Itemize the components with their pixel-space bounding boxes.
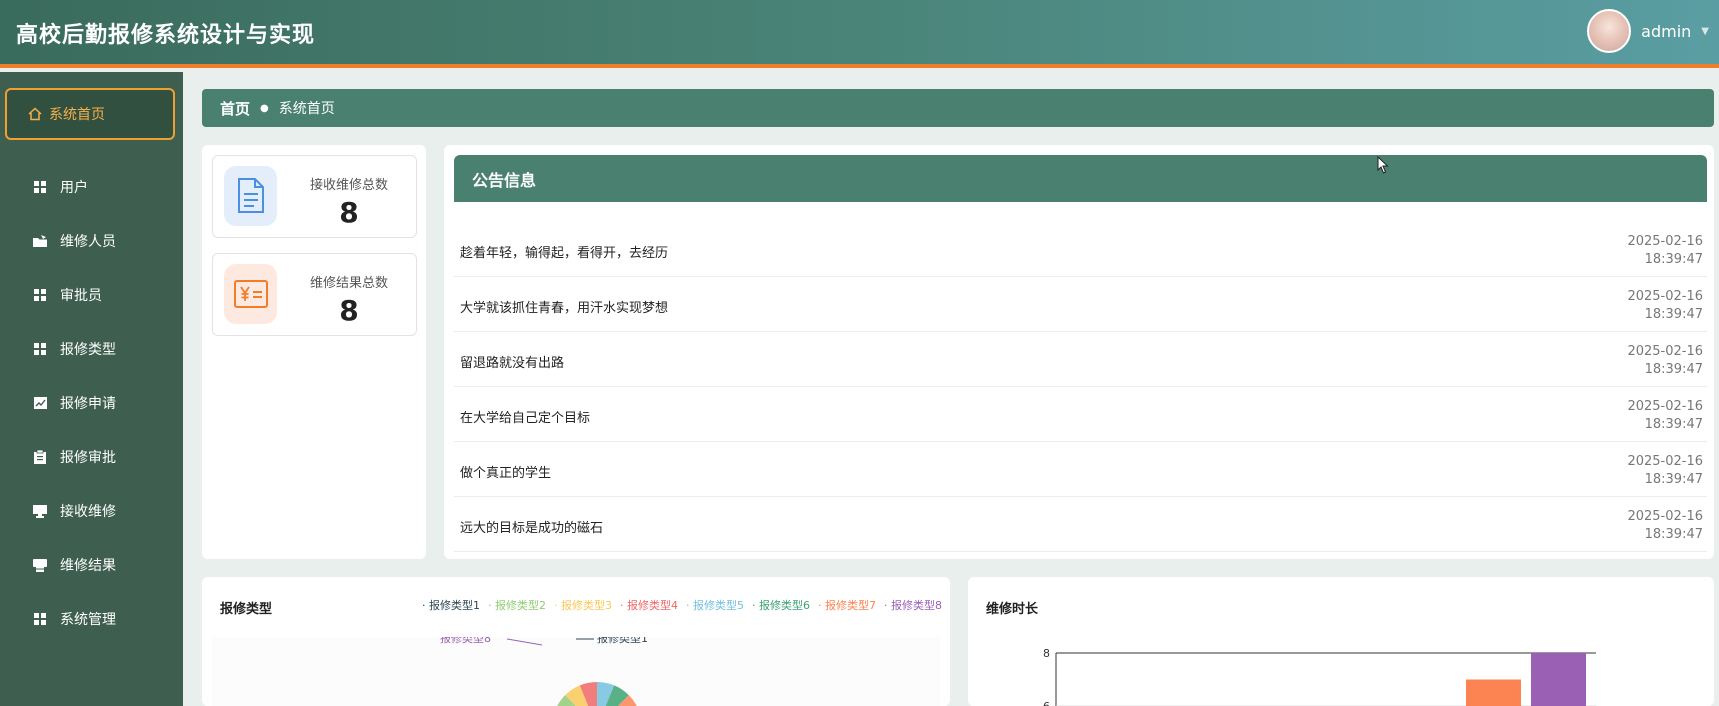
- app-title: 高校后勤报修系统设计与实现: [16, 23, 316, 48]
- sidebar-item-label: 报修类型: [60, 342, 116, 358]
- y-tick-label: 6: [1043, 700, 1050, 706]
- chevron-down-icon[interactable]: ▼: [1701, 26, 1709, 37]
- sidebar-item-receive-repair[interactable]: 接收维修: [0, 484, 183, 538]
- sidebar-item-repair-results[interactable]: 维修结果: [0, 538, 183, 592]
- mouse-cursor-icon: [1377, 156, 1389, 174]
- stat-value: 8: [339, 294, 359, 327]
- pie-area: 报修类型8 报修类型1: [212, 631, 940, 706]
- sidebar-item-system[interactable]: 系统管理: [0, 592, 183, 646]
- sidebar-item-home[interactable]: 系统首页: [5, 88, 175, 140]
- grid-icon: [30, 289, 50, 301]
- list-item[interactable]: 趁着年轻，输得起，看得开，去经历 2025-02-16 18:39:47: [454, 222, 1707, 277]
- list-item[interactable]: 做个真正的学生 2025-02-16 18:39:47: [454, 442, 1707, 497]
- legend-item[interactable]: · 报修类型8: [884, 597, 942, 613]
- legend-item[interactable]: · 报修类型3: [554, 597, 612, 613]
- notice-item-title[interactable]: 大学就该抓住青春，用汗水实现梦想: [460, 297, 668, 316]
- sidebar-item-label: 审批员: [60, 288, 102, 304]
- monitor-icon: [30, 504, 50, 518]
- breadcrumb-home[interactable]: 首页: [220, 98, 250, 119]
- list-item[interactable]: 留退路就没有出路 2025-02-16 18:39:47: [454, 332, 1707, 387]
- user-menu[interactable]: admin ▼: [1587, 9, 1709, 53]
- list-item[interactable]: 远大的目标是成功的磁石 2025-02-16 18:39:47: [454, 497, 1707, 552]
- stat-label: 维修结果总数: [309, 276, 388, 291]
- sidebar-item-label: 接收维修: [60, 504, 116, 520]
- grid-icon: [30, 613, 50, 625]
- repair-duration-chart: 维修时长 86: [968, 577, 1714, 706]
- clipboard-icon: [30, 450, 50, 464]
- stat-label: 接收维修总数: [309, 178, 388, 193]
- user-name[interactable]: admin: [1641, 22, 1691, 41]
- legend-item[interactable]: · 报修类型6: [752, 597, 810, 613]
- notice-item-title[interactable]: 留退路就没有出路: [460, 352, 564, 371]
- sidebar-item-users[interactable]: 用户: [0, 160, 183, 214]
- pie-slice-label: 报修类型8: [440, 637, 491, 645]
- sidebar-item-label: 用户: [60, 180, 88, 196]
- legend-item[interactable]: · 报修类型7: [818, 597, 876, 613]
- notice-item-date: 2025-02-16 18:39:47: [1627, 509, 1703, 542]
- stat-value: 8: [339, 196, 359, 229]
- breadcrumb-separator: ●: [260, 102, 269, 114]
- pie-chart: 报修类型8 报修类型1: [440, 631, 648, 706]
- breadcrumb: 首页 ● 系统首页: [202, 89, 1714, 127]
- legend-item[interactable]: · 报修类型4: [620, 597, 678, 613]
- notice-item-title[interactable]: 在大学给自己定个目标: [460, 407, 590, 426]
- notice-item-date: 2025-02-16 18:39:47: [1627, 289, 1703, 322]
- notice-item-title[interactable]: 趁着年轻，输得起，看得开，去经历: [460, 242, 668, 261]
- grid-icon: [30, 181, 50, 193]
- notice-item-date: 2025-02-16 18:39:47: [1627, 399, 1703, 432]
- legend-item[interactable]: · 报修类型5: [686, 597, 744, 613]
- folder-icon: [30, 235, 50, 247]
- repair-type-chart: 报修类型 · 报修类型1 · 报修类型2 · 报修类型3 · 报修类型4 · 报修类型5…: [202, 577, 950, 706]
- chart-legend: · 报修类型1 · 报修类型2 · 报修类型3 · 报修类型4 · 报修类型5 · 报修类…: [422, 597, 942, 613]
- sidebar-item-repair-staff[interactable]: 维修人员: [0, 214, 183, 268]
- chart-icon: [30, 397, 50, 409]
- notice-title: 公告信息: [454, 155, 1707, 202]
- bar[interactable]: [1466, 679, 1521, 706]
- grid-icon: [30, 343, 50, 355]
- top-header: 高校后勤报修系统设计与实现 admin ▼: [0, 0, 1719, 68]
- printer-icon: [30, 558, 50, 572]
- notice-item-title[interactable]: 远大的目标是成功的磁石: [460, 517, 603, 536]
- notice-item-title[interactable]: 做个真正的学生: [460, 462, 551, 481]
- sidebar-item-label: 报修审批: [60, 450, 116, 466]
- bar-chart: 86: [1043, 647, 1596, 706]
- stats-panel: 接收维修总数 8 维修结果总数 8: [202, 145, 426, 559]
- sidebar-item-repair-requests[interactable]: 报修申请: [0, 376, 183, 430]
- notice-panel: 公告信息 趁着年轻，输得起，看得开，去经历 2025-02-16 18:39:47…: [444, 145, 1714, 559]
- list-item[interactable]: 大学就该抓住青春，用汗水实现梦想 2025-02-16 18:39:47: [454, 277, 1707, 332]
- list-item[interactable]: 在大学给自己定个目标 2025-02-16 18:39:47: [454, 387, 1707, 442]
- document-icon: [224, 166, 277, 226]
- yuan-icon: [224, 264, 277, 324]
- sidebar-item-label: 报修申请: [60, 396, 116, 412]
- sidebar-item-approvers[interactable]: 审批员: [0, 268, 183, 322]
- sidebar-item-repair-approval[interactable]: 报修审批: [0, 430, 183, 484]
- pie-label-line: [506, 638, 543, 646]
- y-tick-label: 8: [1043, 647, 1050, 660]
- legend-item[interactable]: · 报修类型2: [488, 597, 546, 613]
- notice-item-date: 2025-02-16 18:39:47: [1627, 344, 1703, 377]
- notice-item-date: 2025-02-16 18:39:47: [1627, 234, 1703, 267]
- avatar[interactable]: [1587, 9, 1632, 53]
- home-icon: [25, 107, 45, 121]
- sidebar-item-label: 维修结果: [60, 558, 116, 574]
- sidebar: 系统首页 用户 维修人员 审批员 报修类型 报修申请 报修审批 接收维修 维修结…: [0, 72, 183, 706]
- sidebar-item-label: 系统首页: [49, 107, 105, 123]
- bar[interactable]: [1531, 653, 1586, 706]
- pie-slice-label: 报修类型1: [597, 637, 648, 645]
- stat-card-results: 维修结果总数 8: [212, 253, 417, 336]
- sidebar-item-label: 系统管理: [60, 612, 116, 628]
- stat-card-received: 接收维修总数 8: [212, 155, 417, 238]
- chart-title: 报修类型: [220, 602, 273, 617]
- sidebar-item-repair-types[interactable]: 报修类型: [0, 322, 183, 376]
- notice-item-date: 2025-02-16 18:39:47: [1627, 454, 1703, 487]
- breadcrumb-current: 系统首页: [278, 101, 335, 117]
- legend-item[interactable]: · 报修类型1: [422, 597, 480, 613]
- sidebar-item-label: 维修人员: [60, 234, 116, 250]
